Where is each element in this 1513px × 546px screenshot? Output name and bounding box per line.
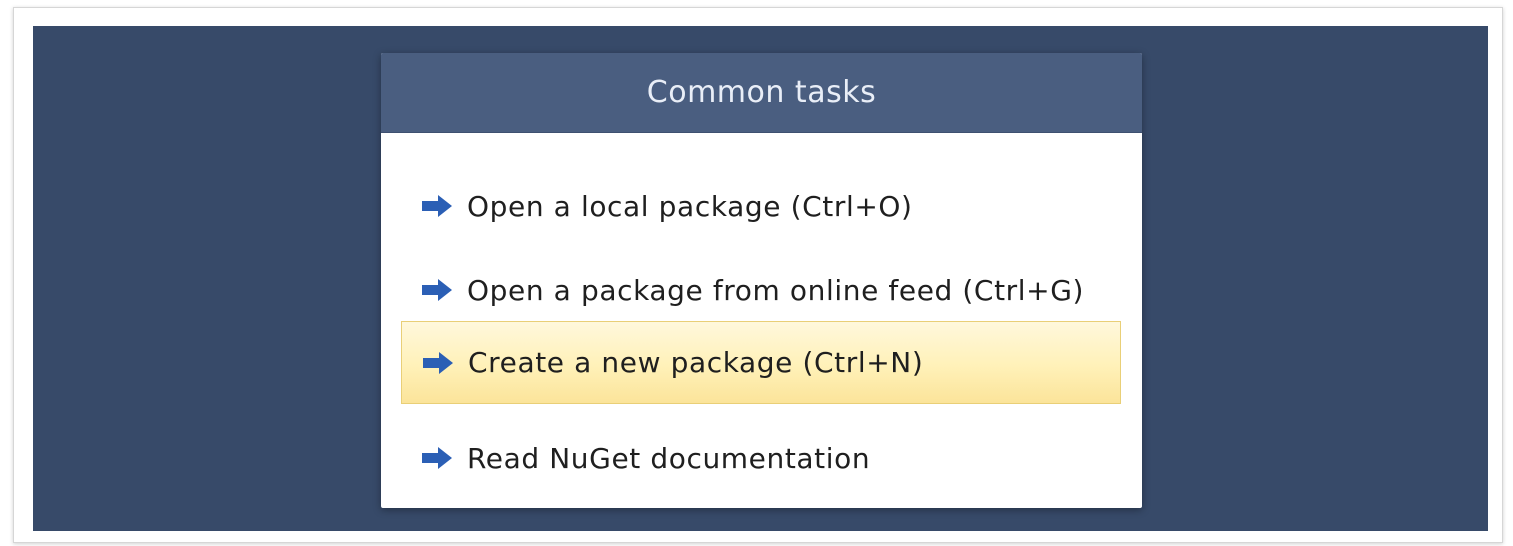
common-tasks-title: Common tasks [646,75,877,110]
common-tasks-panel: Common tasks Open a local package (Ctrl+… [381,53,1142,508]
task-label: Create a new package (Ctrl+N) [468,346,924,379]
arrow-right-icon [421,446,453,470]
task-label: Read NuGet documentation [467,441,871,475]
arrow-right-icon [421,194,453,218]
common-tasks-header: Common tasks [381,53,1142,133]
open-online-feed-link[interactable]: Open a package from online feed (Ctrl+G) [401,250,1121,330]
task-label: Open a package from online feed (Ctrl+G) [467,273,1085,307]
arrow-right-icon [421,278,453,302]
open-local-package-link[interactable]: Open a local package (Ctrl+O) [401,166,1121,246]
task-label: Open a local package (Ctrl+O) [467,189,913,223]
create-new-package-link[interactable]: Create a new package (Ctrl+N) [401,321,1121,404]
arrow-right-icon [422,351,454,375]
read-documentation-link[interactable]: Read NuGet documentation [401,418,1121,498]
